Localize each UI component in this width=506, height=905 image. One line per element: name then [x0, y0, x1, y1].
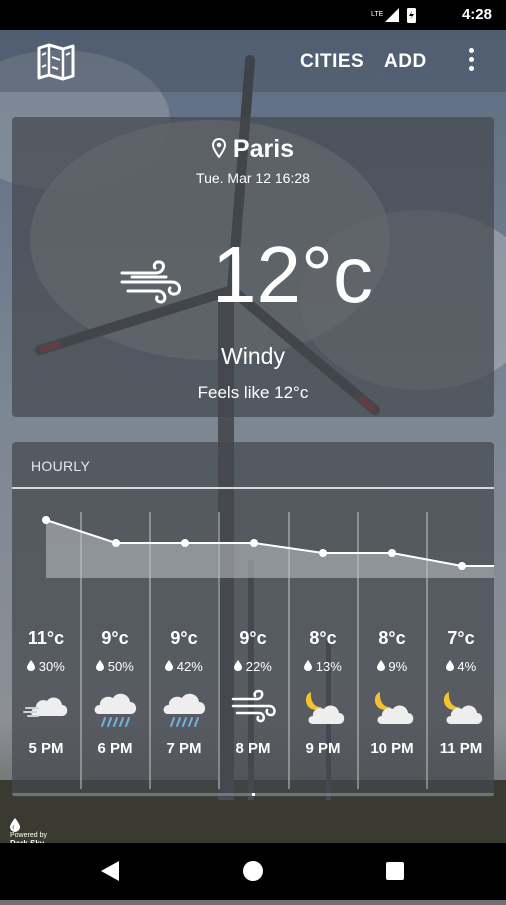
app-bar: CITIES ADD — [0, 30, 506, 92]
hour-time: 5 PM — [28, 740, 64, 757]
map-book-icon[interactable] — [36, 43, 76, 86]
home-icon — [243, 861, 263, 881]
raindrop-icon — [234, 660, 243, 671]
rain-cloud-icon — [150, 688, 218, 732]
raindrop-icon — [445, 660, 454, 671]
rain-cloud-icon — [81, 688, 149, 732]
hour-item[interactable]: 9°c 50% 6 PM — [81, 628, 149, 757]
current-temperature: 12°c — [212, 230, 373, 319]
hour-time: 8 PM — [235, 740, 271, 757]
hour-temp: 9°c — [170, 628, 198, 648]
navigation-bar — [0, 843, 506, 900]
status-icons: LTE — [371, 7, 431, 28]
cloud-wind-icon — [12, 688, 80, 732]
hour-item[interactable]: 9°c 42% 7 PM — [150, 628, 218, 757]
city-name: Paris — [232, 135, 295, 163]
city-label[interactable]: Paris — [12, 135, 494, 164]
hour-temp: 8°c — [309, 628, 337, 648]
hour-item[interactable]: 9°c 22% 8 PM — [219, 628, 287, 757]
signal-icon — [385, 8, 399, 22]
hourly-title: HOURLY — [31, 458, 91, 474]
hour-precip: 9% — [358, 659, 426, 674]
hour-precip: 4% — [427, 659, 494, 674]
hour-item[interactable]: 8°c 13% 9 PM — [289, 628, 357, 757]
hour-precip: 50% — [81, 659, 149, 674]
hour-item[interactable]: 11°c 30% 5 PM — [12, 628, 80, 757]
moon-cloud-icon — [427, 688, 494, 732]
dark-sky-logo-icon — [10, 818, 20, 832]
hour-time: 11 PM — [439, 740, 483, 757]
hour-time: 7 PM — [166, 740, 202, 757]
hour-time: 10 PM — [370, 740, 414, 757]
recents-icon — [386, 862, 404, 880]
network-type: LTE — [371, 11, 384, 18]
clock: 4:28 — [461, 6, 492, 23]
hour-temp: 11°c — [27, 628, 65, 648]
horizontal-scrollbar[interactable] — [12, 793, 494, 796]
hourly-forecast-card[interactable]: HOURLY 11°c 30% 5 PM 9°c 50% 6 PM 9°c 42… — [12, 442, 494, 797]
raindrop-icon — [27, 660, 36, 671]
moon-cloud-icon — [289, 688, 357, 732]
cities-button[interactable]: CITIES — [300, 51, 364, 73]
feels-like: Feels like 12°c — [197, 383, 309, 402]
add-button[interactable]: ADD — [384, 51, 427, 73]
raindrop-icon — [165, 660, 174, 671]
status-bar: LTE 4:28 — [0, 0, 506, 30]
hour-time: 6 PM — [97, 740, 133, 757]
hour-temp: 7°c — [447, 628, 475, 648]
back-icon — [101, 861, 119, 881]
more-vert-icon[interactable] — [466, 46, 476, 76]
raindrop-icon — [304, 660, 313, 671]
moon-cloud-icon — [358, 688, 426, 732]
hour-item[interactable]: 8°c 9% 10 PM — [358, 628, 426, 757]
wind-icon — [118, 259, 184, 310]
hour-precip: 42% — [150, 659, 218, 674]
hour-time: 9 PM — [305, 740, 341, 757]
hour-precip: 30% — [12, 659, 80, 674]
current-datetime: Tue. Mar 12 16:28 — [196, 170, 310, 186]
raindrop-icon — [376, 660, 385, 671]
hour-temp: 8°c — [378, 628, 406, 648]
wind-icon — [219, 688, 287, 732]
hour-temp: 9°c — [101, 628, 129, 648]
hour-item[interactable]: 7°c 4% 11 PM — [427, 628, 494, 757]
current-weather-card: Paris Tue. Mar 12 16:28 12°c Windy Feels… — [12, 117, 494, 417]
hour-temp: 9°c — [239, 628, 267, 648]
hour-precip: 22% — [219, 659, 287, 674]
current-condition: Windy — [221, 343, 285, 369]
hour-precip: 13% — [289, 659, 357, 674]
location-pin-icon — [211, 137, 226, 159]
raindrop-icon — [96, 660, 105, 671]
